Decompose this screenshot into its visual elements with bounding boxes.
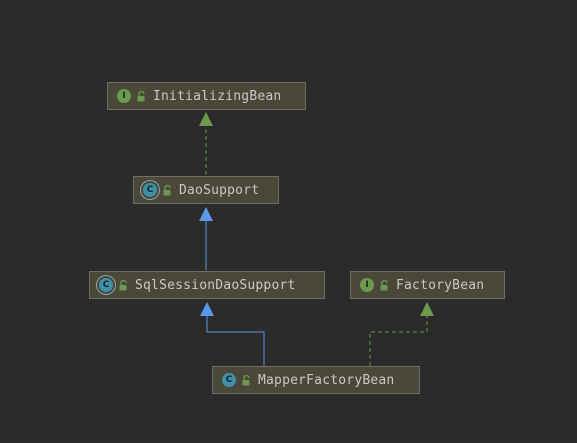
node-label: DaoSupport	[179, 182, 260, 198]
unlock-icon	[242, 374, 250, 385]
node-mapper-factory-bean[interactable]: C MapperFactoryBean	[212, 366, 420, 394]
node-dao-support[interactable]: C DaoSupport	[133, 176, 279, 204]
node-factory-bean[interactable]: I FactoryBean	[350, 271, 505, 299]
node-label: InitializingBean	[153, 88, 282, 104]
interface-icon: I	[360, 278, 374, 292]
edge-daosupport-implements-initializingbean	[199, 112, 213, 175]
unlock-icon	[380, 279, 388, 290]
abstract-class-icon: C	[143, 183, 157, 197]
unlock-icon	[119, 279, 127, 290]
node-initializing-bean[interactable]: I InitializingBean	[107, 82, 306, 110]
edge-mapperfactorybean-implements-factorybean	[369, 302, 434, 366]
node-sql-session-dao-support[interactable]: C SqlSessionDaoSupport	[89, 271, 325, 299]
edge-sqlsessiondaosupport-extends-daosupport	[199, 207, 213, 270]
unlock-icon	[137, 90, 145, 101]
abstract-class-icon: C	[99, 278, 113, 292]
node-label: SqlSessionDaoSupport	[135, 277, 296, 293]
node-label: FactoryBean	[396, 277, 485, 293]
interface-icon: I	[117, 89, 131, 103]
class-icon: C	[222, 373, 236, 387]
edge-mapperfactorybean-extends-sqlsessiondaosupport	[200, 302, 265, 366]
unlock-icon	[163, 184, 171, 195]
node-label: MapperFactoryBean	[258, 372, 395, 388]
